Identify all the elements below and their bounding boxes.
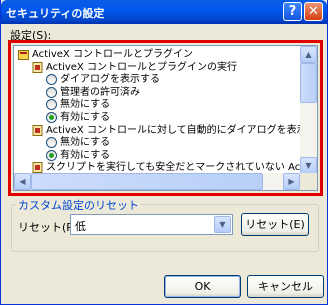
setting-icon (32, 124, 43, 136)
tree-item-label: ActiveX コントロールとプラグイン (32, 49, 193, 60)
reset-button[interactable]: リセット(E) (241, 213, 309, 236)
reset-level-select[interactable]: 低 ▼ (70, 214, 233, 235)
horizontal-scrollbar[interactable]: ◀ ▶ (14, 173, 300, 190)
tree-item-label: ダイアログを表示する (60, 74, 160, 86)
tree-item-label: 無効にする (60, 99, 111, 111)
radio-button[interactable] (46, 149, 57, 161)
vertical-scrollbar[interactable]: ▲ ▼ (300, 46, 317, 174)
security-settings-dialog: セキュリティの設定 ? ✕ 設定(S): ActiveX コントロールとプラグイ… (0, 0, 328, 305)
settings-tree: ActiveX コントロールとプラグイン ActiveX コントロールとプラグイン… (14, 46, 300, 174)
reset-level-value: 低 (75, 220, 86, 233)
title-bar[interactable]: セキュリティの設定 ? ✕ (1, 0, 327, 24)
radio-button[interactable] (46, 112, 57, 123)
radio-button[interactable] (46, 86, 57, 98)
scroll-down-icon[interactable]: ▼ (300, 157, 317, 174)
vertical-scroll-thumb[interactable] (300, 63, 317, 103)
radio-button[interactable] (46, 99, 57, 111)
tree-item-label: 有効にする (60, 112, 111, 123)
tree-item-label: 有効にする (60, 149, 111, 161)
horizontal-scroll-thumb[interactable] (31, 173, 263, 190)
cancel-button[interactable]: キャンセル (247, 275, 324, 298)
setting-icon (32, 61, 43, 73)
close-button[interactable]: ✕ (304, 2, 323, 21)
scrollbar-corner (300, 173, 317, 190)
tree-item-label: 無効にする (60, 137, 111, 149)
window-title: セキュリティの設定 (6, 7, 105, 20)
tree-item-label: 管理者の許可済み (60, 86, 140, 98)
chevron-down-icon[interactable]: ▼ (214, 216, 231, 233)
tree-item-label: ActiveX コントロールとプラグインの実行 (46, 61, 237, 73)
highlight-frame: ActiveX コントロールとプラグイン ActiveX コントロールとプラグイン… (8, 40, 323, 196)
scroll-up-icon[interactable]: ▲ (300, 46, 317, 63)
custom-reset-group-title: カスタム設定のリセット (16, 197, 141, 213)
settings-list[interactable]: ActiveX コントロールとプラグイン ActiveX コントロールとプラグイン… (13, 45, 318, 191)
radio-button[interactable] (46, 137, 57, 149)
help-button[interactable]: ? (283, 2, 302, 21)
scroll-right-icon[interactable]: ▶ (283, 173, 300, 190)
scroll-left-icon[interactable]: ◀ (14, 173, 31, 190)
ok-button[interactable]: OK (164, 275, 241, 298)
setting-icon (32, 162, 43, 174)
radio-button[interactable] (46, 74, 57, 86)
tree-item-label: ActiveX コントロールに対して自動的にダイアログを表示 (46, 124, 300, 136)
category-icon (18, 50, 29, 60)
